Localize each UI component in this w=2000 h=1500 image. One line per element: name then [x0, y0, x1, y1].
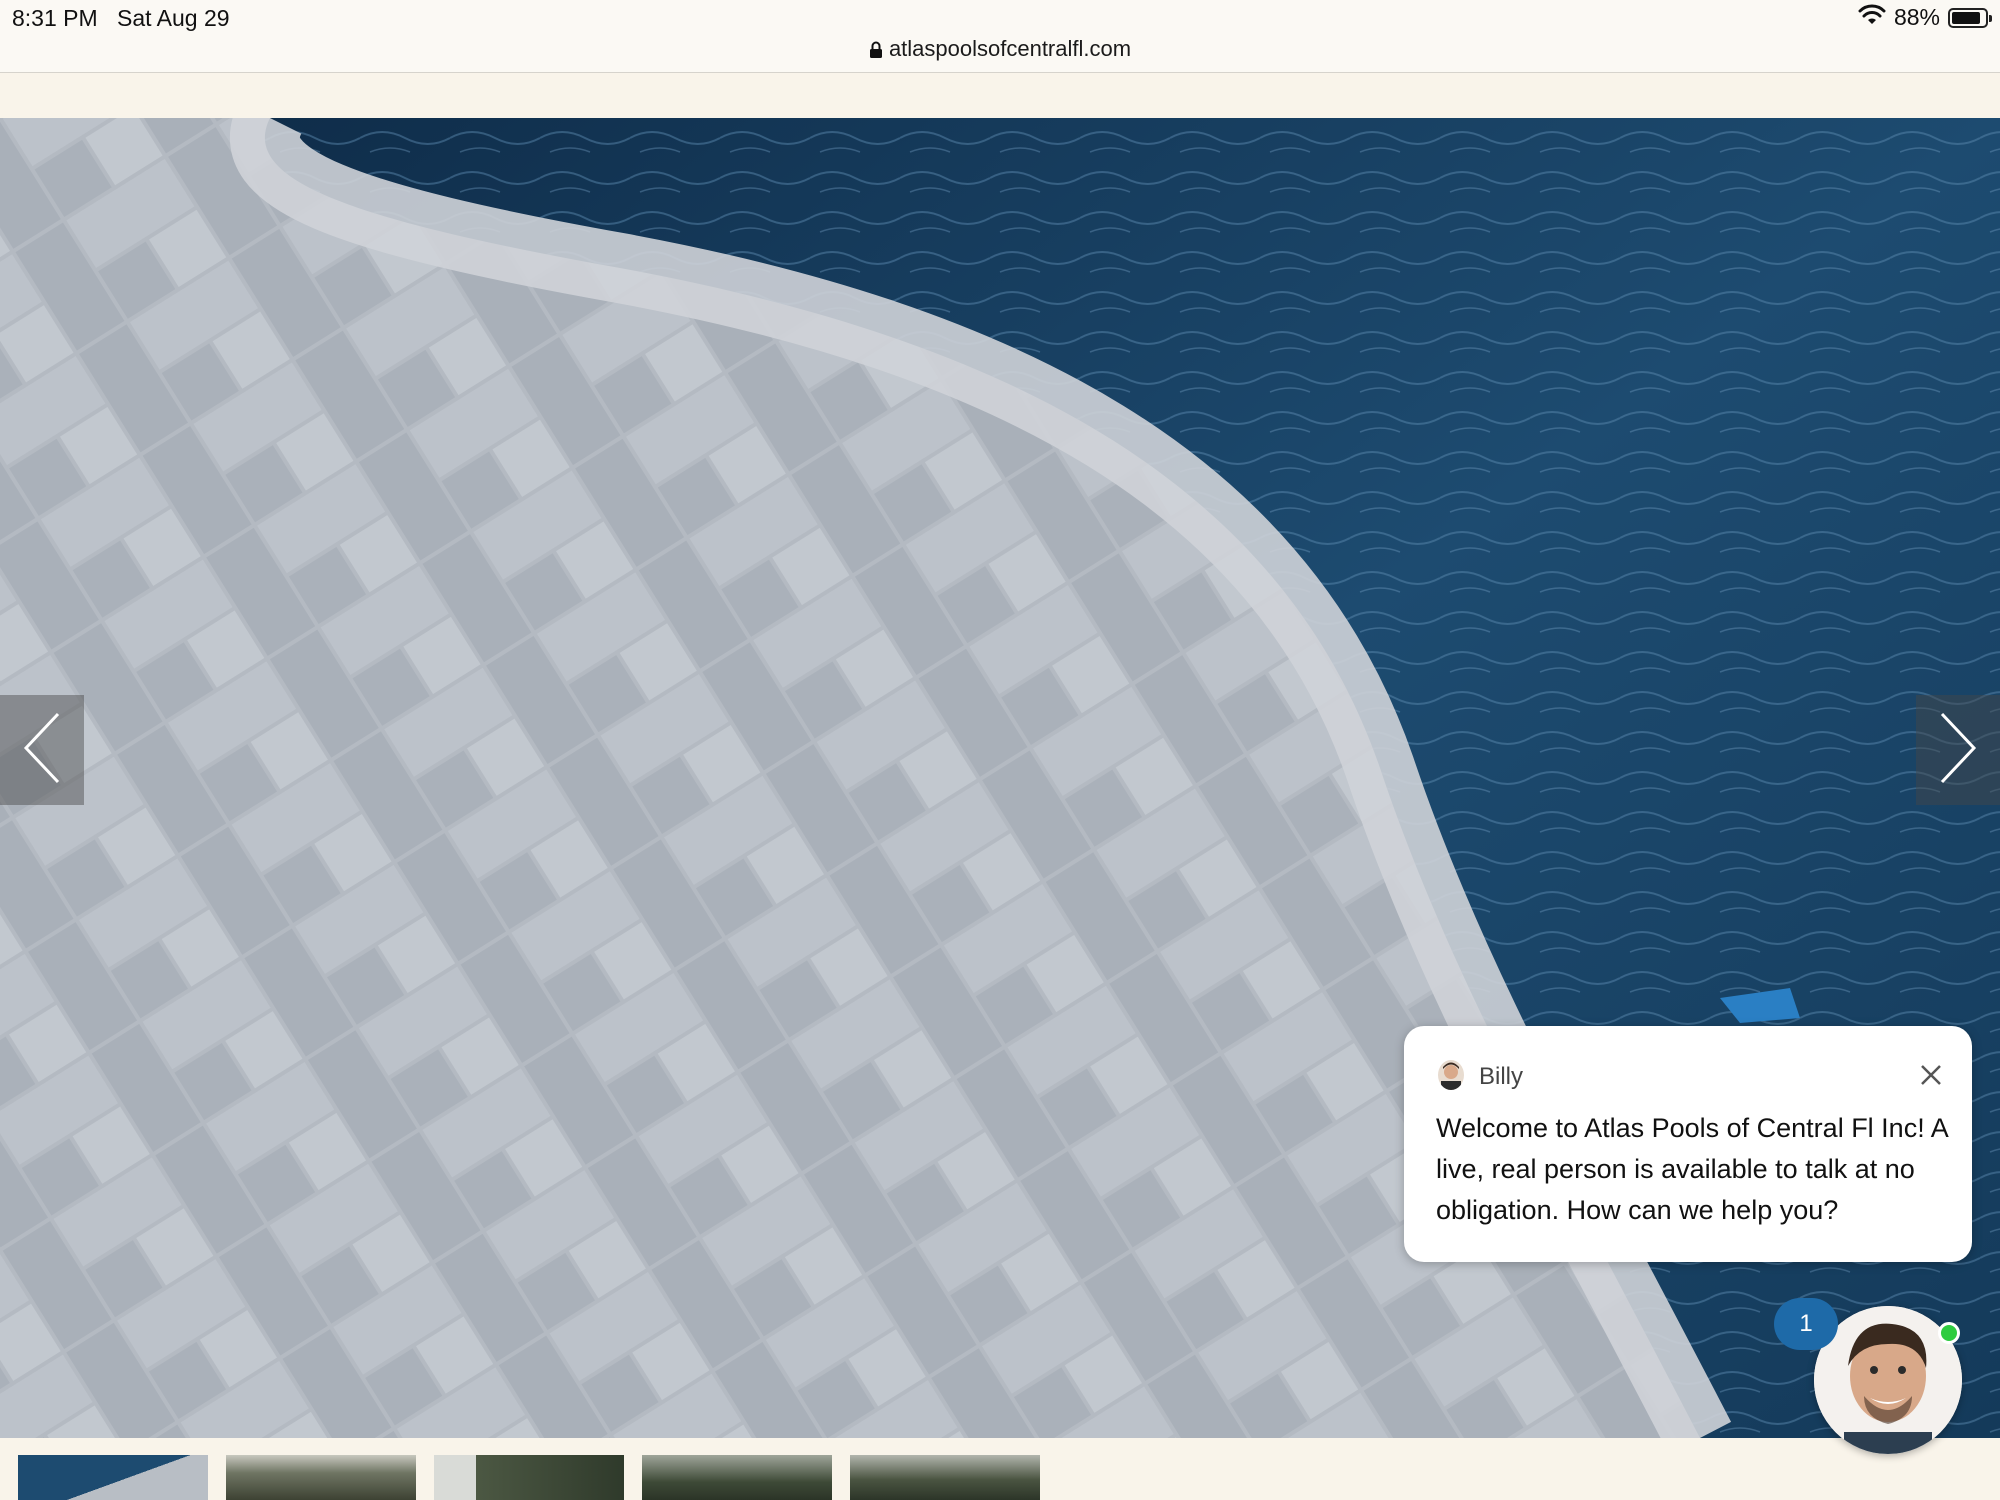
thumbnail-5[interactable]	[850, 1455, 1040, 1500]
agent-avatar	[1438, 1060, 1464, 1090]
close-icon[interactable]	[1916, 1060, 1946, 1090]
status-indicators: 88%	[1858, 4, 1992, 31]
battery-percent: 88%	[1893, 4, 1940, 30]
url-text: atlaspoolsofcentralfl.com	[888, 36, 1132, 61]
chat-popup[interactable]: Billy Welcome to Atlas Pools of Central …	[1404, 1026, 1972, 1262]
thumbnail-4[interactable]	[642, 1455, 832, 1500]
thumbnail-3[interactable]	[434, 1455, 624, 1500]
chevron-left-icon	[22, 712, 62, 789]
agent-name: Billy	[1479, 1063, 1524, 1090]
wifi-icon	[1858, 4, 1886, 31]
lock-icon	[869, 36, 889, 61]
chevron-right-icon	[1938, 712, 1978, 789]
carousel-next-button[interactable]	[1916, 695, 2000, 805]
site-header-strip	[0, 73, 2000, 118]
status-date: Sat Aug 29	[117, 5, 230, 31]
thumbnail-strip	[0, 1438, 2000, 1500]
battery-icon	[1948, 7, 1992, 28]
status-time: 8:31 PM	[12, 5, 98, 31]
online-status-indicator	[1938, 1322, 1960, 1344]
unread-count-badge[interactable]: 1	[1774, 1298, 1838, 1350]
carousel-prev-button[interactable]	[0, 695, 84, 805]
thumbnail-2[interactable]	[226, 1455, 416, 1500]
status-bar: 8:31 PM Sat Aug 29 88% atlaspoolsofcentr…	[0, 0, 2000, 73]
thumbnail-1[interactable]	[18, 1455, 208, 1500]
chat-message: Welcome to Atlas Pools of Central Fl Inc…	[1436, 1113, 1948, 1225]
address-bar[interactable]: atlaspoolsofcentralfl.com	[0, 36, 2000, 62]
